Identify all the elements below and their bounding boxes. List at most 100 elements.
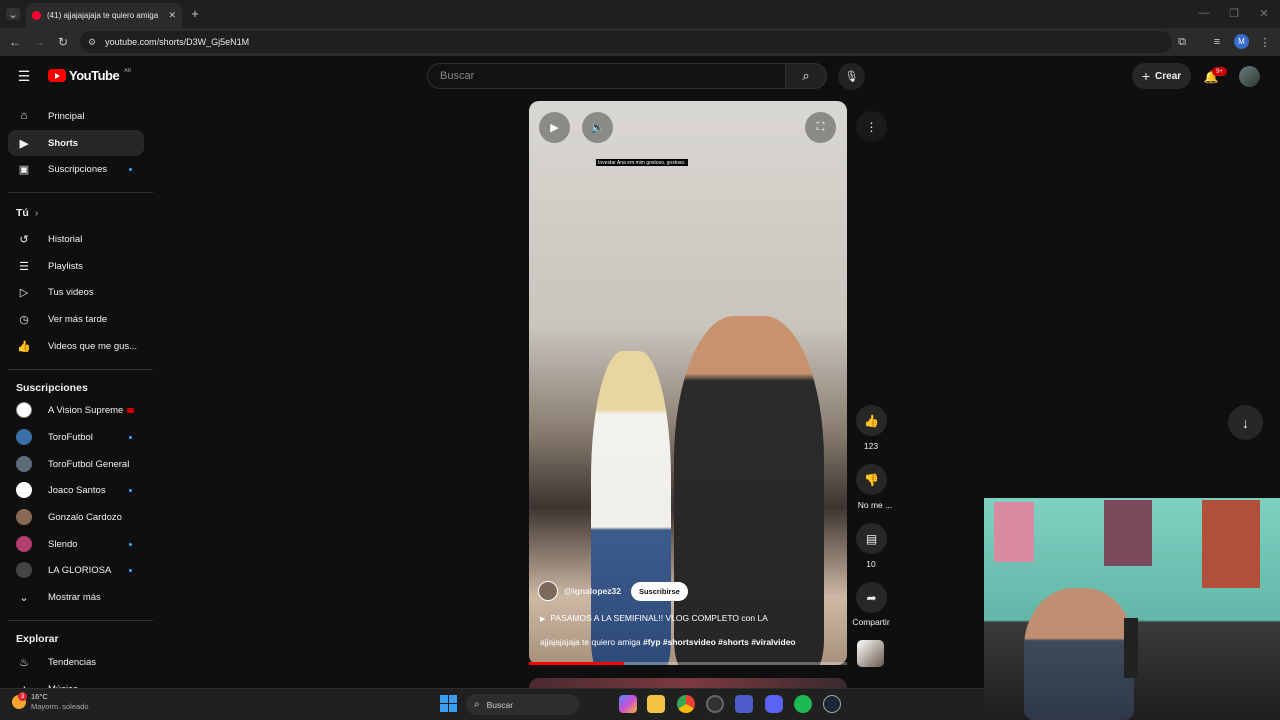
sidebar-item-tus-videos[interactable]: ▷ Tus videos	[8, 279, 144, 305]
play-icon: ▶	[550, 122, 559, 134]
sidebar-item-label: Ver más tarde	[48, 313, 108, 325]
weather-widget[interactable]: 3 16°C Mayorm. soleado	[12, 692, 89, 712]
play-button[interactable]: ▶	[539, 112, 570, 143]
file-explorer-icon[interactable]	[647, 695, 665, 713]
search-placeholder: Buscar	[440, 70, 475, 82]
home-icon: ⌂	[20, 110, 28, 122]
watch-later-icon: ◷	[19, 313, 29, 326]
weather-temp: 16°C	[31, 692, 48, 701]
channel-handle[interactable]: @ignalopez32	[564, 586, 621, 596]
sidebar-sub-joaco-santos[interactable]: Joaco Santos	[8, 477, 144, 503]
microphone-icon: 🎙	[844, 71, 859, 83]
taskbar-search-label: Buscar	[486, 699, 514, 710]
search-input[interactable]: Buscar	[427, 63, 786, 89]
sidebar-item-label: A Vision Supreme	[48, 404, 124, 416]
arrow-down-icon: ↓	[1242, 414, 1249, 431]
create-button[interactable]: + Crear	[1132, 63, 1191, 89]
sidebar-item-ver-mas-tarde[interactable]: ◷ Ver más tarde	[8, 306, 144, 332]
forward-icon[interactable]: →	[32, 35, 46, 49]
wall-poster	[994, 502, 1034, 562]
logo-wordmark: YouTube	[69, 68, 120, 83]
account-avatar[interactable]	[1239, 66, 1260, 87]
tab-search-icon[interactable]: ⌄	[6, 8, 20, 21]
site-info-icon[interactable]: ⚙	[88, 37, 96, 48]
reload-icon[interactable]: ↻	[56, 35, 70, 49]
search-icon: ⌕	[474, 699, 480, 710]
browser-menu-icon[interactable]: ⋮	[1258, 35, 1272, 49]
sidebar-item-label: Tus videos	[48, 286, 94, 298]
sidebar-sub-slendo[interactable]: Slendo	[8, 531, 144, 557]
sidebar-item-label: Playlists	[48, 260, 83, 272]
share-button[interactable]: ➦	[856, 582, 887, 613]
show-more-button[interactable]: ⌄ Mostrar más	[8, 584, 144, 610]
you-section-heading[interactable]: Tú ›	[16, 207, 38, 219]
dislike-button[interactable]: 👎	[856, 464, 887, 495]
channel-avatar	[16, 402, 32, 418]
subscribe-button[interactable]: Suscribirse	[630, 581, 688, 601]
divider	[8, 369, 153, 370]
streamer	[1024, 588, 1134, 720]
spotify-icon[interactable]	[794, 695, 812, 713]
description-text: ajjajajajaja te quiero amiga	[540, 637, 641, 647]
comments-button[interactable]: ▤	[856, 523, 887, 554]
hamburger-menu-icon[interactable]: ☰	[16, 68, 32, 84]
maximize-icon[interactable]: ❐	[1227, 6, 1241, 20]
taskbar-search[interactable]: ⌕ Buscar	[466, 694, 579, 715]
more-options-button[interactable]: ⋮	[856, 111, 887, 142]
omnibox[interactable]: ⚙ youtube.com/shorts/D3W_Gj5eN1M	[80, 31, 1172, 53]
channel-avatar	[16, 509, 32, 525]
extensions-icon[interactable]: ⧉	[1175, 35, 1189, 49]
your-videos-icon: ▷	[19, 286, 29, 299]
windows-start-icon[interactable]	[440, 695, 457, 712]
sidebar-sub-torofutbol[interactable]: ToroFutbol	[8, 424, 144, 450]
volume-button[interactable]: 🔈	[582, 112, 613, 143]
chevron-down-icon: ⌄	[19, 591, 29, 604]
close-tab-icon[interactable]: ✕	[168, 10, 176, 21]
sidebar-sub-a-vision-supreme[interactable]: A Vision Supreme	[8, 397, 144, 423]
new-content-dot	[129, 568, 132, 572]
discord-icon[interactable]	[765, 695, 783, 713]
new-tab-icon[interactable]: +	[188, 6, 202, 21]
hashtags[interactable]: #fyp #shortsvideo #shorts #viralvideo	[643, 637, 796, 647]
search-button[interactable]: ⌕	[785, 63, 827, 89]
youtube-logo[interactable]: YouTube AR	[48, 68, 131, 83]
teams-icon[interactable]	[735, 695, 753, 713]
volume-icon: 🔈	[590, 122, 605, 134]
channel-avatar[interactable]	[538, 581, 558, 601]
short-description[interactable]: ajjajajajaja te quiero amiga #fyp #short…	[540, 637, 840, 647]
media-control-icon[interactable]: ≡	[1210, 35, 1224, 49]
copilot-icon[interactable]	[619, 695, 637, 713]
live-icon	[127, 407, 134, 413]
next-short-button[interactable]: ↓	[1228, 405, 1263, 440]
sidebar-item-tendencias[interactable]: ♨ Tendencias	[8, 649, 144, 675]
comment-count: 10	[866, 559, 876, 569]
chrome-icon[interactable]	[677, 695, 695, 713]
minimize-icon[interactable]: —	[1197, 6, 1211, 20]
sound-thumbnail[interactable]	[857, 640, 884, 667]
sidebar-sub-torofutbol-general[interactable]: ToroFutbol General	[8, 451, 144, 477]
sidebar-item-playlists[interactable]: ☰ Playlists	[8, 253, 144, 279]
thumbs-down-icon: 👎	[864, 472, 879, 487]
short-title-link[interactable]: ▶ PASAMOS A LA SEMIFINAL!! VLOG COMPLETO …	[540, 613, 840, 623]
sidebar-item-label: Historial	[48, 233, 83, 245]
sidebar-item-historial[interactable]: ↺ Historial	[8, 226, 144, 252]
steam-icon[interactable]	[823, 695, 841, 713]
like-button[interactable]: 👍	[856, 405, 887, 436]
sidebar-item-principal[interactable]: ⌂ Principal	[8, 103, 144, 129]
sidebar-item-suscripciones[interactable]: ▣ Suscripciones	[8, 156, 144, 182]
chevron-right-icon: ›	[34, 207, 39, 219]
obs-icon[interactable]	[706, 695, 724, 713]
profile-avatar[interactable]: M	[1234, 34, 1249, 49]
sidebar-item-shorts[interactable]: ▶ Shorts	[8, 130, 144, 156]
back-icon[interactable]: ←	[8, 35, 22, 49]
browser-tab[interactable]: (41) ajjajajajaja te quiero amiga ✕	[26, 3, 182, 28]
sidebar-item-label: ToroFutbol	[48, 431, 93, 443]
video-progress-bar[interactable]	[529, 662, 847, 665]
fullscreen-button[interactable]: ⛶	[805, 112, 836, 143]
sidebar-sub-la-gloriosa[interactable]: LA GLORIOSA	[8, 557, 144, 583]
voice-search-button[interactable]: 🎙	[838, 63, 865, 90]
sidebar-sub-gonzalo-cardozo[interactable]: Gonzalo Cardozo	[8, 504, 144, 530]
channel-row: @ignalopez32 Suscribirse	[538, 581, 688, 601]
sidebar-item-liked-videos[interactable]: 👍 Videos que me gus...	[8, 333, 144, 359]
close-window-icon[interactable]: ✕	[1257, 6, 1271, 20]
